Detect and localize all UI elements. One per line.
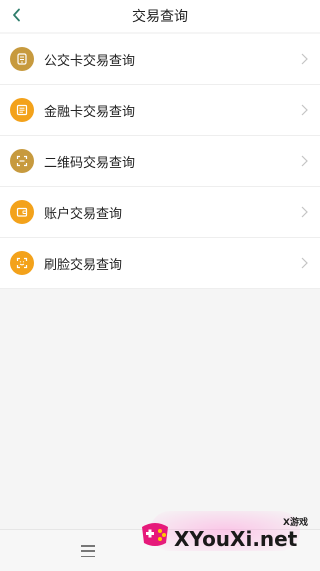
wallet-icon [10, 200, 34, 224]
list-item-bank-card[interactable]: 金融卡交易查询 [0, 85, 320, 136]
bottom-nav-bar [0, 529, 320, 571]
chevron-right-icon [298, 206, 310, 218]
query-list: 公交卡交易查询 金融卡交易查询 二维码交易查询 账户交易查询 刷脸交易查询 [0, 34, 320, 289]
bank-card-icon [10, 98, 34, 122]
list-item-label: 账户交易查询 [44, 206, 123, 222]
face-scan-icon [10, 251, 34, 275]
list-item-account[interactable]: 账户交易查询 [0, 187, 320, 238]
list-item-label: 金融卡交易查询 [44, 104, 136, 120]
list-item-label: 公交卡交易查询 [44, 53, 136, 69]
chevron-left-icon [13, 8, 20, 22]
menu-icon[interactable] [80, 543, 96, 559]
chevron-right-icon [298, 53, 310, 65]
chevron-right-icon [298, 104, 310, 116]
bus-card-icon [10, 47, 34, 71]
watermark-subtitle: X游戏 [283, 518, 308, 528]
page-title: 交易查询 [132, 9, 188, 25]
list-item-label: 刷脸交易查询 [44, 257, 123, 273]
list-item-label: 二维码交易查询 [44, 155, 136, 171]
header-bar: 交易查询 [0, 0, 320, 32]
back-button[interactable] [6, 4, 28, 26]
chevron-right-icon [298, 257, 310, 269]
list-item-qr-code[interactable]: 二维码交易查询 [0, 136, 320, 187]
list-item-bus-card[interactable]: 公交卡交易查询 [0, 34, 320, 85]
list-item-face[interactable]: 刷脸交易查询 [0, 238, 320, 289]
qr-code-icon [10, 149, 34, 173]
chevron-right-icon [298, 155, 310, 167]
